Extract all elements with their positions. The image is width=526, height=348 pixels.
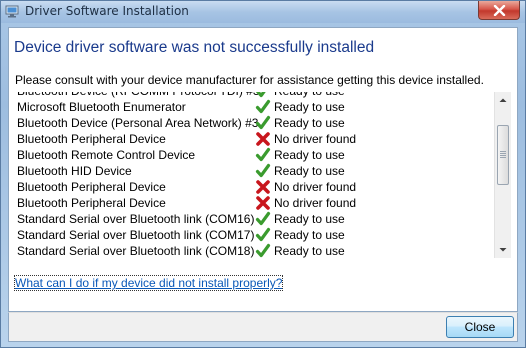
check-icon [255, 99, 271, 115]
main-instruction-heading: Device driver software was not successfu… [14, 39, 375, 56]
device-status: No driver found [274, 180, 357, 194]
device-name: Bluetooth Device (RFCOMM Protocol TDI) #… [17, 92, 260, 98]
check-icon [255, 227, 271, 243]
device-name: Bluetooth HID Device [17, 164, 132, 178]
device-row: Standard Serial over Bluetooth link (COM… [15, 243, 493, 258]
device-row: Bluetooth HID Device Ready to use [15, 163, 493, 179]
device-list[interactable]: Bluetooth Device (RFCOMM Protocol TDI) #… [15, 92, 511, 258]
troubleshoot-help-link[interactable]: What can I do if my device did not insta… [13, 275, 284, 291]
device-row: Bluetooth Remote Control Device Ready to … [15, 147, 493, 163]
error-x-icon [255, 179, 271, 195]
check-icon [255, 92, 271, 99]
device-status: No driver found [274, 196, 357, 210]
device-status: Ready to use [274, 244, 345, 258]
device-name: Bluetooth Device (Personal Area Network)… [17, 116, 259, 130]
device-status: Ready to use [274, 228, 345, 242]
device-name: Microsoft Bluetooth Enumerator [17, 100, 186, 114]
check-icon [255, 115, 271, 131]
device-row: Bluetooth Device (RFCOMM Protocol TDI) #… [15, 92, 493, 99]
device-status: Ready to use [274, 116, 345, 130]
device-status: Ready to use [274, 164, 345, 178]
check-icon [255, 163, 271, 179]
device-name: Standard Serial over Bluetooth link (COM… [17, 244, 255, 258]
scroll-down-button[interactable] [495, 241, 511, 258]
check-icon [255, 211, 271, 227]
device-status: Ready to use [274, 92, 345, 98]
title-bar[interactable]: Driver Software Installation [1, 1, 525, 23]
arrow-down-icon [499, 248, 507, 252]
device-row: Bluetooth Peripheral Device No driver fou… [15, 131, 493, 147]
window-title: Driver Software Installation [25, 4, 189, 18]
device-status: No driver found [274, 132, 357, 146]
device-name: Bluetooth Peripheral Device [17, 132, 166, 146]
device-row: Bluetooth Device (Personal Area Network)… [15, 115, 493, 131]
device-status: Ready to use [274, 148, 345, 162]
device-name: Standard Serial over Bluetooth link (COM… [17, 212, 255, 226]
dialog-footer: Close [8, 312, 518, 342]
driver-install-window: Driver Software Installation Device driv… [0, 0, 526, 348]
error-x-icon [255, 131, 271, 147]
error-x-icon [255, 195, 271, 211]
device-name: Bluetooth Peripheral Device [17, 196, 166, 210]
device-row: Standard Serial over Bluetooth link (COM… [15, 211, 493, 227]
scrollbar-thumb[interactable] [497, 125, 509, 185]
check-icon [255, 147, 271, 163]
device-row: Bluetooth Peripheral Device No driver fou… [15, 195, 493, 211]
dialog-content: Device driver software was not successfu… [8, 27, 518, 312]
device-rows: Bluetooth Device (RFCOMM Protocol TDI) #… [15, 92, 493, 258]
device-row: Microsoft Bluetooth Enumerator Ready to u… [15, 99, 493, 115]
arrow-up-icon [499, 98, 507, 102]
vertical-scrollbar[interactable] [494, 92, 511, 258]
device-name: Standard Serial over Bluetooth link (COM… [17, 228, 255, 242]
window-close-button[interactable] [478, 1, 520, 20]
scroll-up-button[interactable] [495, 92, 511, 109]
instruction-text: Please consult with your device manufact… [15, 73, 484, 87]
device-name: Bluetooth Peripheral Device [17, 180, 166, 194]
device-manager-icon [5, 5, 19, 18]
device-status: Ready to use [274, 212, 345, 226]
device-row: Bluetooth Peripheral Device No driver fou… [15, 179, 493, 195]
check-icon [255, 243, 271, 258]
device-name: Bluetooth Remote Control Device [17, 148, 196, 162]
close-icon [493, 5, 506, 16]
close-button[interactable]: Close [446, 316, 514, 338]
device-row: Standard Serial over Bluetooth link (COM… [15, 227, 493, 243]
device-status: Ready to use [274, 100, 345, 114]
